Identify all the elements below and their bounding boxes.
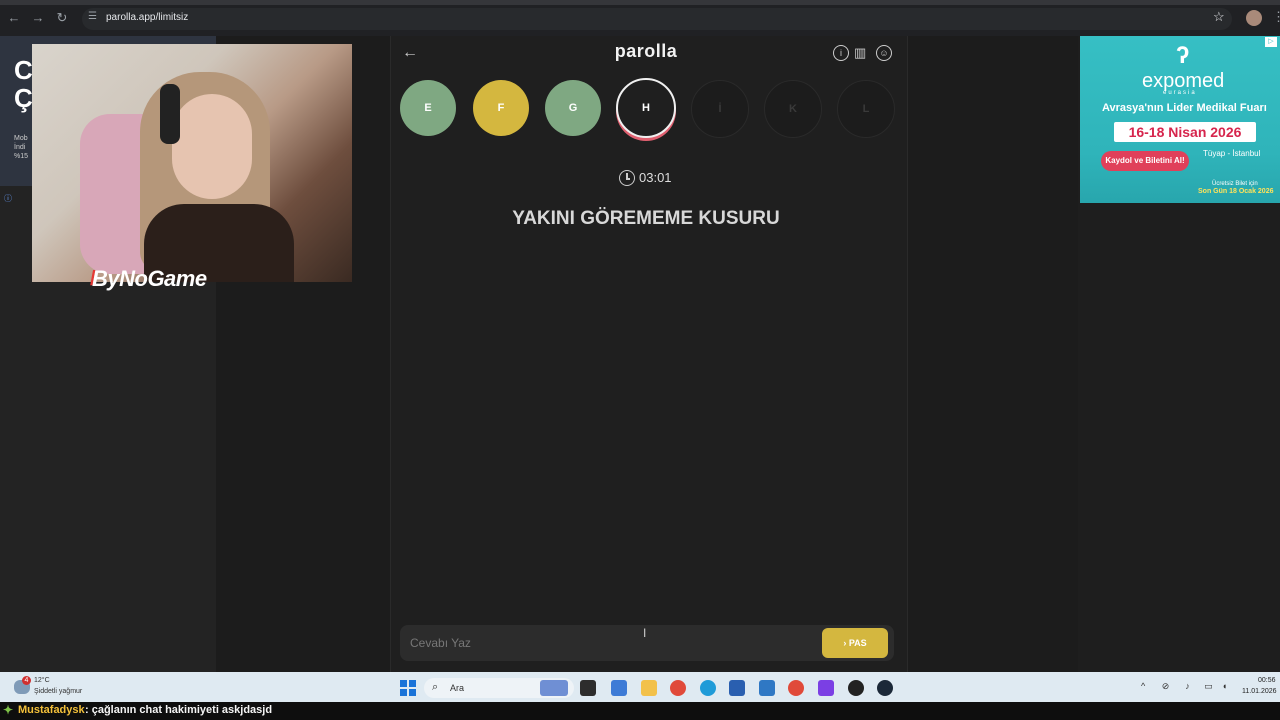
ad-dates: 16-18 Nisan 2026 <box>1128 124 1242 140</box>
bitdefender-icon[interactable] <box>818 680 834 696</box>
ad-brand-sub: eurasia <box>1163 90 1197 96</box>
chrome-icon[interactable] <box>670 680 686 696</box>
letter-bubble-e: E <box>400 80 456 136</box>
letter-bubble-k: K <box>764 80 822 138</box>
headset <box>160 84 180 144</box>
search-label[interactable]: Ara <box>450 683 464 693</box>
back-icon[interactable]: ← <box>6 10 22 26</box>
question-clue: YAKINI GÖREMEME KUSURU <box>512 208 780 229</box>
weather-badge: 4 <box>22 676 31 685</box>
bookmark-star-icon[interactable]: ☆ <box>1213 9 1225 25</box>
left-ad-text: Mob İndi %15 <box>14 135 29 160</box>
stats-icon[interactable]: ▥ <box>854 45 866 61</box>
copilot-icon[interactable] <box>611 680 627 696</box>
pass-button-label: PAS <box>848 638 867 648</box>
url-text[interactable]: parolla.app/limitsiz <box>106 12 188 23</box>
ad-cta-button[interactable]: Kaydol ve Biletini Al! <box>1101 151 1189 171</box>
user-icon[interactable]: ☺ <box>876 45 892 61</box>
weather-description[interactable]: Şiddetli yağmur <box>34 688 82 695</box>
answer-input[interactable] <box>408 631 812 655</box>
system-time[interactable]: 00:56 <box>1258 677 1276 684</box>
profile-avatar[interactable] <box>1246 10 1262 26</box>
chevron-right-icon: › <box>843 638 847 648</box>
steam-icon[interactable] <box>877 680 893 696</box>
site-info-icon[interactable]: ☰ <box>88 11 97 22</box>
address-bar[interactable] <box>82 8 1232 30</box>
forward-icon[interactable]: → <box>30 10 46 26</box>
network-off-icon[interactable]: ⊘ <box>1160 681 1171 692</box>
windows-taskbar <box>0 672 1280 702</box>
letter-bubble-g: G <box>545 80 601 136</box>
letter-bubble-f: F <box>473 80 529 136</box>
obs-icon[interactable] <box>848 680 864 696</box>
task-view-icon[interactable] <box>580 680 596 696</box>
timer-text: 03:01 <box>639 170 672 185</box>
text-cursor-icon: I <box>643 626 647 640</box>
ad-info-icon[interactable]: ⓘ <box>4 193 12 204</box>
page-title: parolla <box>614 41 678 61</box>
expomed-logo-icon: ʔ <box>1176 42 1190 69</box>
temperature[interactable]: 12°C <box>34 677 50 684</box>
chat-username: Mustafadysk <box>18 704 85 716</box>
edge-icon[interactable] <box>700 680 716 696</box>
clock-hand <box>626 178 630 180</box>
letter-bubble-h-current: H <box>616 78 676 138</box>
file-explorer-icon[interactable] <box>641 680 657 696</box>
webcam-overlay <box>32 44 352 282</box>
pass-button[interactable]: › PAS <box>822 628 888 658</box>
chat-badge-icon: ✦ <box>3 703 14 717</box>
ad-note: Ücretsiz Bilet için <box>1212 181 1258 187</box>
tab-strip <box>0 0 1280 5</box>
bynogame-watermark: ByNoGame <box>92 266 207 291</box>
chat-message: : çağlanın chat hakimiyeti askjdasjd <box>85 704 273 716</box>
letter-bubble-i: İ <box>691 80 749 138</box>
mail-icon[interactable] <box>759 680 775 696</box>
volume-icon[interactable]: ◖ <box>1219 681 1230 692</box>
system-date[interactable]: 11.01.2026 <box>1242 688 1277 695</box>
info-icon[interactable]: i <box>833 45 849 61</box>
ad-choices-icon[interactable]: ▷ <box>1265 37 1277 47</box>
reload-icon[interactable]: ↻ <box>54 10 70 26</box>
chrome-profile-icon[interactable] <box>788 680 804 696</box>
windows-start-icon[interactable] <box>400 680 416 696</box>
microphone-icon[interactable]: ♪ <box>1182 681 1193 692</box>
ad-headline: Avrasya'nın Lider Medikal Fuarı <box>1102 102 1267 114</box>
back-arrow-icon[interactable]: ← <box>402 44 418 62</box>
left-ad-title: C Ç <box>14 55 33 113</box>
menu-icon[interactable]: ⋮ <box>1272 9 1280 25</box>
search-icon[interactable]: ⌕ <box>432 681 438 694</box>
streamer-face <box>172 94 252 199</box>
search-highlight-image[interactable] <box>540 680 568 696</box>
ad-venue: Tüyap - İstanbul <box>1203 149 1261 158</box>
display-icon[interactable]: ▭ <box>1203 681 1214 692</box>
ad-deadline: Son Gün 18 Ocak 2026 <box>1198 188 1274 195</box>
letter-bubble-l: L <box>837 80 895 138</box>
tray-expand-icon[interactable]: ^ <box>1141 681 1145 691</box>
store-icon[interactable] <box>729 680 745 696</box>
